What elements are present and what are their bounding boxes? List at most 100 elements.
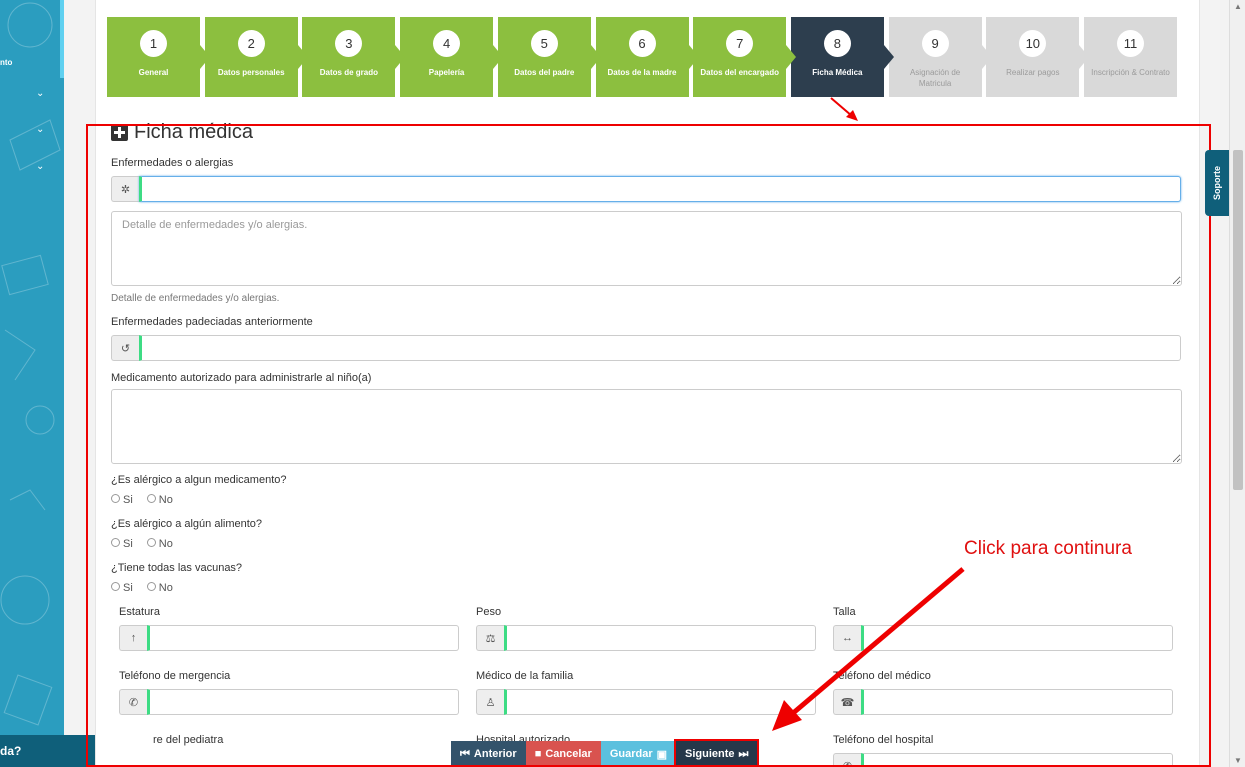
step-number: 8 — [823, 30, 851, 57]
pediatra-label: re del pediatra — [153, 734, 224, 746]
step-backward-icon: ⏮ — [460, 747, 470, 760]
medical-plus-icon — [111, 124, 128, 141]
tel-medico-input-group: ☎ — [833, 689, 1173, 715]
step-label: Realizar pagos — [1006, 68, 1060, 77]
radio-si[interactable]: Si — [111, 538, 133, 550]
talla-label: Talla — [833, 606, 856, 618]
step-arrow — [200, 45, 210, 69]
radio-no[interactable]: No — [146, 538, 173, 550]
step-forward-icon: ⏭ — [738, 747, 749, 760]
estatura-input[interactable] — [147, 625, 459, 651]
step-label: Asignación de Matricula — [909, 68, 961, 88]
talla-input-group: ↔ — [833, 625, 1173, 651]
padeciadas-input[interactable] — [139, 335, 1181, 361]
estatura-input-group: ↑ — [119, 625, 459, 651]
wizard-step-8[interactable]: 8 Ficha Médica — [790, 17, 894, 97]
siguiente-button[interactable]: Siguiente ⏭ — [674, 739, 760, 767]
padeciadas-label: Enfermedades padeciadas anteriormente — [111, 316, 313, 328]
page-scrollbar[interactable]: ▲ ▼ — [1229, 0, 1245, 767]
medico-familia-label: Médico de la familia — [476, 670, 574, 682]
step-number: 5 — [530, 30, 558, 57]
wizard-steps: 1 General 2 Datos personales 3 Datos de grado… — [107, 17, 1177, 97]
step-label: Inscripción & Contrato — [1091, 68, 1170, 77]
wizard-step-2[interactable]: 2 Datos personales — [204, 17, 308, 97]
talla-input[interactable] — [861, 625, 1173, 651]
enfermedades-input-group: ✲ — [111, 176, 1181, 202]
medico-familia-input[interactable] — [504, 689, 816, 715]
step-number: 4 — [433, 30, 461, 57]
scroll-down-icon[interactable]: ▼ — [1234, 756, 1242, 765]
step-label: Datos del encargado — [700, 68, 780, 77]
sidebar-active-indicator — [60, 0, 64, 78]
step-arrow — [883, 45, 894, 69]
wizard-step-10[interactable]: 10 Realizar pagos — [986, 17, 1090, 97]
peso-input[interactable] — [504, 625, 816, 651]
step-arrow — [395, 45, 406, 69]
chevron-down-icon[interactable]: ⌄ — [36, 88, 44, 99]
page-title-text: Ficha médica — [134, 121, 253, 143]
history-icon: ↺ — [111, 335, 139, 361]
wizard-step-6[interactable]: 6 Datos de la madre — [595, 17, 699, 97]
step-label: Papelería — [428, 68, 465, 77]
scroll-up-icon[interactable]: ▲ — [1234, 2, 1242, 11]
chevron-down-icon[interactable]: ⌄ — [36, 161, 44, 172]
tel-hospital-label: Teléfono del hospital — [833, 734, 934, 746]
wizard-actions: ⏮ Anterior ■ Cancelar Guardar ▣ Siguiente ⏭ — [451, 739, 760, 767]
question-vacunas: ¿Tiene todas las vacunas? — [111, 562, 243, 574]
question-alimento: ¿Es alérgico a algún alimento? — [111, 518, 263, 530]
wizard-step-5[interactable]: 5 Datos del padre — [497, 17, 601, 97]
wizard-step-1[interactable]: 1 General — [107, 17, 210, 97]
medicamento-textarea[interactable] — [111, 389, 1182, 464]
radio-no[interactable]: No — [146, 582, 173, 594]
step-label: Datos de grado — [319, 68, 378, 77]
radio-no[interactable]: No — [146, 494, 173, 506]
bug-icon: ✲ — [111, 176, 139, 202]
step-label: Datos personales — [217, 68, 285, 77]
wizard-step-3[interactable]: 3 Datos de grado — [302, 17, 406, 97]
radio-si[interactable]: Si — [111, 494, 133, 506]
peso-label: Peso — [476, 606, 502, 618]
sidebar-pattern — [0, 2, 61, 726]
medicamento-label: Medicamento autorizado para administrarl… — [111, 372, 372, 384]
wizard-step-11[interactable]: 11 Inscripción & Contrato — [1084, 17, 1177, 97]
step-arrow — [1079, 45, 1090, 69]
save-icon: ▣ — [656, 748, 668, 761]
step-number: 2 — [237, 30, 265, 57]
question-medicamento: ¿Es alérgico a algun medicamento? — [111, 474, 287, 486]
step-arrow — [590, 45, 601, 69]
chevron-down-icon[interactable]: ⌄ — [36, 124, 44, 135]
tel-emergencia-input[interactable] — [147, 689, 459, 715]
tel-medico-input[interactable] — [861, 689, 1173, 715]
guardar-button[interactable]: Guardar ▣ — [600, 741, 677, 767]
arrow-up-icon: ↑ — [119, 625, 147, 651]
radio-group-vacunas: Si No — [111, 582, 173, 594]
cancelar-button[interactable]: ■ Cancelar — [525, 741, 601, 767]
radio-si[interactable]: Si — [111, 582, 133, 594]
step-label: Ficha Médica — [812, 68, 863, 77]
tel-emergencia-input-group: ✆ — [119, 689, 459, 715]
step-number: 10 — [1019, 30, 1047, 57]
scrollbar-thumb[interactable] — [1233, 150, 1243, 490]
stop-icon: ■ — [534, 748, 542, 760]
step-arrow — [786, 45, 797, 69]
step-number: 1 — [140, 30, 167, 57]
step-number: 9 — [921, 30, 949, 57]
support-tab[interactable]: Soporte — [1205, 150, 1229, 216]
step-number: 7 — [726, 30, 754, 57]
enfermedades-input[interactable] — [139, 176, 1181, 202]
phone-square-icon: ☎ — [833, 689, 861, 715]
tel-hospital-input[interactable] — [861, 753, 1173, 767]
sidebar-item-label[interactable]: nto — [0, 58, 12, 67]
left-sidebar: nto ⌄ ⌄ ⌄ — [0, 0, 64, 767]
step-number: 6 — [628, 30, 656, 57]
step-label: General — [138, 68, 169, 77]
page-title: Ficha médica — [111, 121, 253, 144]
wizard-step-7[interactable]: 7 Datos del encargado — [693, 17, 797, 97]
arrows-horizontal-icon: ↔ — [833, 625, 861, 651]
detalle-textarea[interactable] — [111, 211, 1182, 286]
wizard-step-9[interactable]: 9 Asignación de Matricula — [888, 17, 992, 97]
wizard-step-4[interactable]: 4 Papelería — [400, 17, 504, 97]
help-label: da? — [0, 744, 22, 758]
anterior-button[interactable]: ⏮ Anterior — [451, 741, 526, 767]
medico-familia-input-group: ♙ — [476, 689, 816, 715]
